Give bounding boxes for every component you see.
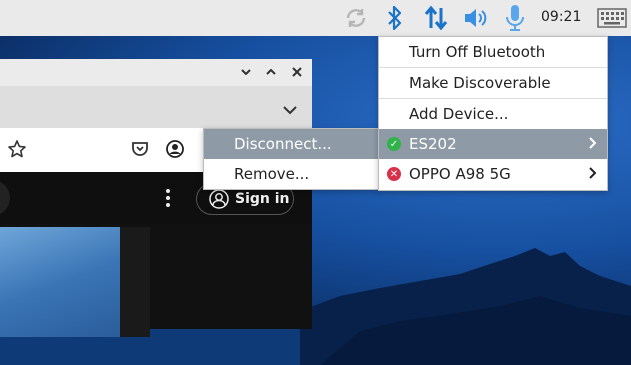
account-icon[interactable] [166,140,184,162]
add-device-label: Add Device... [409,105,509,123]
make-discoverable-label: Make Discoverable [409,74,551,92]
make-discoverable-menu-item[interactable]: Make Discoverable [379,68,607,98]
volume-icon[interactable] [463,5,489,31]
sync-icon[interactable] [343,5,369,31]
close-icon[interactable] [289,64,305,80]
microphone-icon[interactable] [502,5,528,31]
device-submenu: Disconnect... Remove... [203,128,380,190]
device-oppo-label: OPPO A98 5G [409,165,511,183]
thumbnail-divider [120,227,150,337]
browser-window: Sign in [0,59,312,337]
tab-list-chevron-down-icon[interactable] [283,100,297,119]
disconnected-x-icon: ✕ [387,167,401,181]
sign-in-label: Sign in [235,191,290,207]
user-icon [209,189,229,209]
network-icon[interactable] [423,5,449,31]
minimize-icon[interactable] [238,64,254,80]
clock[interactable]: 09:21 [541,9,581,25]
turn-off-bluetooth-label: Turn Off Bluetooth [409,43,546,61]
turn-off-bluetooth-menu-item[interactable]: Turn Off Bluetooth [379,37,607,67]
submenu-arrow-icon [589,167,597,183]
submenu-arrow-icon [589,137,597,153]
disconnect-label: Disconnect... [234,135,332,153]
disconnect-menu-item[interactable]: Disconnect... [204,129,379,159]
bookmark-star-icon[interactable] [7,139,27,163]
bluetooth-menu: Turn Off Bluetooth Make Discoverable Add… [378,36,608,191]
taskbar: 09:21 [0,0,631,36]
remove-menu-item[interactable]: Remove... [204,159,379,189]
add-device-menu-item[interactable]: Add Device... [379,99,607,129]
mountain-silhouette [300,248,631,365]
keyboard-icon[interactable] [597,5,627,31]
device-es202-label: ES202 [409,135,457,153]
search-box-edge[interactable] [0,180,10,216]
device-item-oppo-a98-5g[interactable]: ✕ OPPO A98 5G [379,159,607,189]
pocket-icon[interactable] [131,140,149,162]
device-item-es202[interactable]: ✓ ES202 [379,129,607,159]
video-thumbnail[interactable] [0,227,120,337]
bluetooth-icon[interactable] [382,5,408,31]
remove-label: Remove... [234,165,310,183]
connected-check-icon: ✓ [387,137,401,151]
more-options-icon[interactable] [164,188,172,212]
maximize-icon[interactable] [263,64,279,80]
window-titlebar [0,59,312,87]
tab-strip [0,86,312,128]
